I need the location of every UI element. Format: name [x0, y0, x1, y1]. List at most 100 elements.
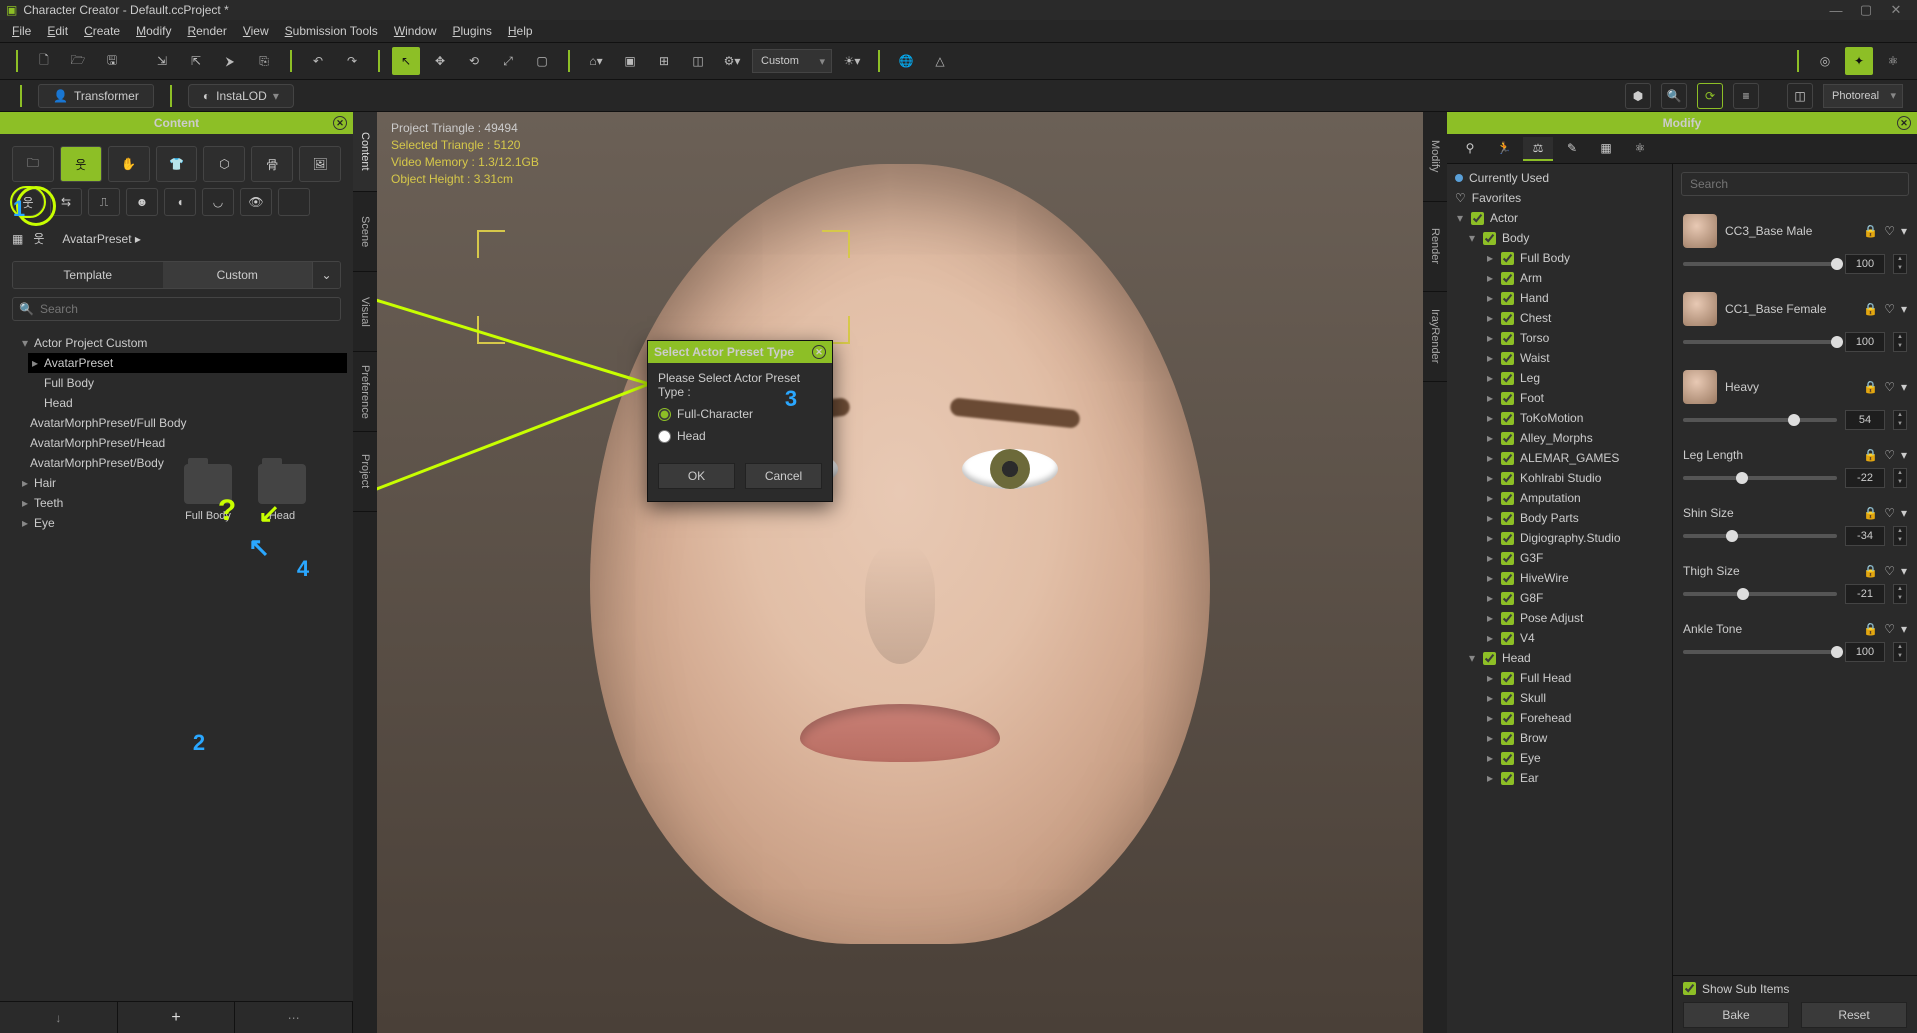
- lock-icon[interactable]: 🔒: [1863, 380, 1878, 394]
- tree-item[interactable]: ▸Digiography.Studio: [1447, 528, 1672, 548]
- tree-item[interactable]: ▸Foot: [1447, 388, 1672, 408]
- lock-icon[interactable]: 🔒: [1863, 564, 1878, 578]
- tree-item[interactable]: ▸Chest: [1447, 308, 1672, 328]
- tree-node[interactable]: AvatarMorphPreset/Full Body: [28, 413, 347, 433]
- slider-spinner[interactable]: ▲▼: [1893, 526, 1907, 546]
- preset-dropdown[interactable]: Custom: [752, 49, 832, 73]
- slider-spinner[interactable]: ▲▼: [1893, 332, 1907, 352]
- slider-spinner[interactable]: ▲▼: [1893, 254, 1907, 274]
- slider-search[interactable]: [1681, 172, 1909, 196]
- new-icon[interactable]: 🗋: [30, 47, 58, 75]
- tab-folder-icon[interactable]: 🗀: [12, 146, 54, 182]
- slider-knob[interactable]: [1831, 646, 1843, 658]
- tree-item[interactable]: ▸Alley_Morphs: [1447, 428, 1672, 448]
- slider-icon[interactable]: ⎍: [88, 188, 120, 216]
- tree-item[interactable]: ▸ToKoMotion: [1447, 408, 1672, 428]
- tree-body[interactable]: ▾Body: [1447, 228, 1672, 248]
- open-icon[interactable]: 🗁: [64, 47, 92, 75]
- frame-tool-icon[interactable]: ▢: [528, 47, 556, 75]
- fav-icon[interactable]: ♡: [1884, 622, 1895, 636]
- tree-item[interactable]: ▸G3F: [1447, 548, 1672, 568]
- more-icon[interactable]: ⋯: [235, 1002, 353, 1033]
- globe-icon[interactable]: 🌐: [892, 47, 920, 75]
- menu-icon[interactable]: ▾: [1901, 224, 1907, 238]
- tree-item[interactable]: ▸Eye: [1447, 748, 1672, 768]
- down-icon[interactable]: ↓: [0, 1002, 118, 1033]
- lock-icon[interactable]: 🔒: [1863, 622, 1878, 636]
- sidetab-preference[interactable]: Preference: [353, 352, 377, 432]
- slider-spinner[interactable]: ▲▼: [1893, 410, 1907, 430]
- fav-icon[interactable]: ♡: [1884, 564, 1895, 578]
- slider-knob[interactable]: [1788, 414, 1800, 426]
- box3-icon[interactable]: ◫: [684, 47, 712, 75]
- scale-tool-icon[interactable]: ⤢: [494, 47, 522, 75]
- tree-item[interactable]: ▸Skull: [1447, 688, 1672, 708]
- add-icon[interactable]: +: [118, 1002, 236, 1033]
- close-panel-icon[interactable]: ✕: [1897, 116, 1911, 130]
- sidetab-irayrender[interactable]: IrayRender: [1423, 292, 1447, 382]
- fx2-icon[interactable]: ✦: [1845, 47, 1873, 75]
- blank-icon[interactable]: [278, 188, 310, 216]
- eye-icon[interactable]: 👁: [240, 188, 272, 216]
- slider-value[interactable]: -21: [1845, 584, 1885, 604]
- fav-icon[interactable]: ♡: [1884, 302, 1895, 316]
- sidetab-project[interactable]: Project: [353, 432, 377, 512]
- tree-node[interactable]: Full Body: [42, 373, 347, 393]
- menu-icon[interactable]: ▾: [1901, 302, 1907, 316]
- tree-item[interactable]: ▸Pose Adjust: [1447, 608, 1672, 628]
- slider-knob[interactable]: [1736, 472, 1748, 484]
- window-icon[interactable]: ◫: [1787, 83, 1813, 109]
- tab-acc-icon[interactable]: ⬡: [203, 146, 245, 182]
- tab-custom[interactable]: Custom: [163, 262, 313, 288]
- cube-icon[interactable]: ⬢: [1625, 83, 1651, 109]
- tree-node[interactable]: AvatarMorphPreset/Head: [28, 433, 347, 453]
- rtab-cloth-icon[interactable]: ✎: [1557, 137, 1587, 161]
- fav-icon[interactable]: ♡: [1884, 380, 1895, 394]
- slider-track[interactable]: [1683, 534, 1837, 538]
- lock-icon[interactable]: 🔒: [1863, 224, 1878, 238]
- close-panel-icon[interactable]: ✕: [333, 116, 347, 130]
- rtab-run-icon[interactable]: 🏃: [1489, 137, 1519, 161]
- bake-button[interactable]: Bake: [1683, 1002, 1789, 1028]
- tree-favorites[interactable]: ♡Favorites: [1447, 188, 1672, 208]
- menu-edit[interactable]: Edit: [41, 22, 74, 40]
- max-button[interactable]: ▢: [1851, 2, 1881, 18]
- settings-icon[interactable]: ⚙▾: [718, 47, 746, 75]
- import-icon[interactable]: ⇲: [148, 47, 176, 75]
- move-tool-icon[interactable]: ✥: [426, 47, 454, 75]
- tree-head[interactable]: ▾Head: [1447, 648, 1672, 668]
- slider-value[interactable]: -22: [1845, 468, 1885, 488]
- menu-submission[interactable]: Submission Tools: [279, 22, 384, 40]
- sidetab-render[interactable]: Render: [1423, 202, 1447, 292]
- fx1-icon[interactable]: ◎: [1811, 47, 1839, 75]
- slider-spinner[interactable]: ▲▼: [1893, 642, 1907, 662]
- tree-actor[interactable]: ▾Actor: [1447, 208, 1672, 228]
- menu-view[interactable]: View: [237, 22, 275, 40]
- breadcrumb[interactable]: ▦ 웃 AvatarPreset ▸: [0, 224, 353, 253]
- morph-icon[interactable]: ⇆: [50, 188, 82, 216]
- box2-icon[interactable]: ⊞: [650, 47, 678, 75]
- slider-track[interactable]: [1683, 262, 1837, 266]
- export2-icon[interactable]: ⎘: [250, 47, 278, 75]
- search-input[interactable]: [40, 302, 334, 316]
- menu-icon[interactable]: ▾: [1901, 622, 1907, 636]
- tree-node[interactable]: ▸AvatarPreset: [28, 353, 347, 373]
- tree-item[interactable]: ▸Body Parts: [1447, 508, 1672, 528]
- tab-more-icon[interactable]: ⌄: [312, 262, 340, 288]
- menu-modify[interactable]: Modify: [130, 22, 177, 40]
- tree-node[interactable]: Head: [42, 393, 347, 413]
- menu-render[interactable]: Render: [181, 22, 232, 40]
- mesh-icon[interactable]: △: [926, 47, 954, 75]
- tree-item[interactable]: ▸Full Body: [1447, 248, 1672, 268]
- slider-spinner[interactable]: ▲▼: [1893, 468, 1907, 488]
- slider-track[interactable]: [1683, 650, 1837, 654]
- menu-icon[interactable]: ▾: [1901, 380, 1907, 394]
- tree-item[interactable]: ▸Arm: [1447, 268, 1672, 288]
- tree-item[interactable]: ▸Waist: [1447, 348, 1672, 368]
- lock-icon[interactable]: 🔒: [1863, 302, 1878, 316]
- refresh-icon[interactable]: ⟳: [1697, 83, 1723, 109]
- menu-icon[interactable]: ▾: [1901, 564, 1907, 578]
- tab-cloth-icon[interactable]: 👕: [156, 146, 198, 182]
- content-search[interactable]: 🔍: [12, 297, 341, 321]
- min-button[interactable]: —: [1821, 3, 1851, 18]
